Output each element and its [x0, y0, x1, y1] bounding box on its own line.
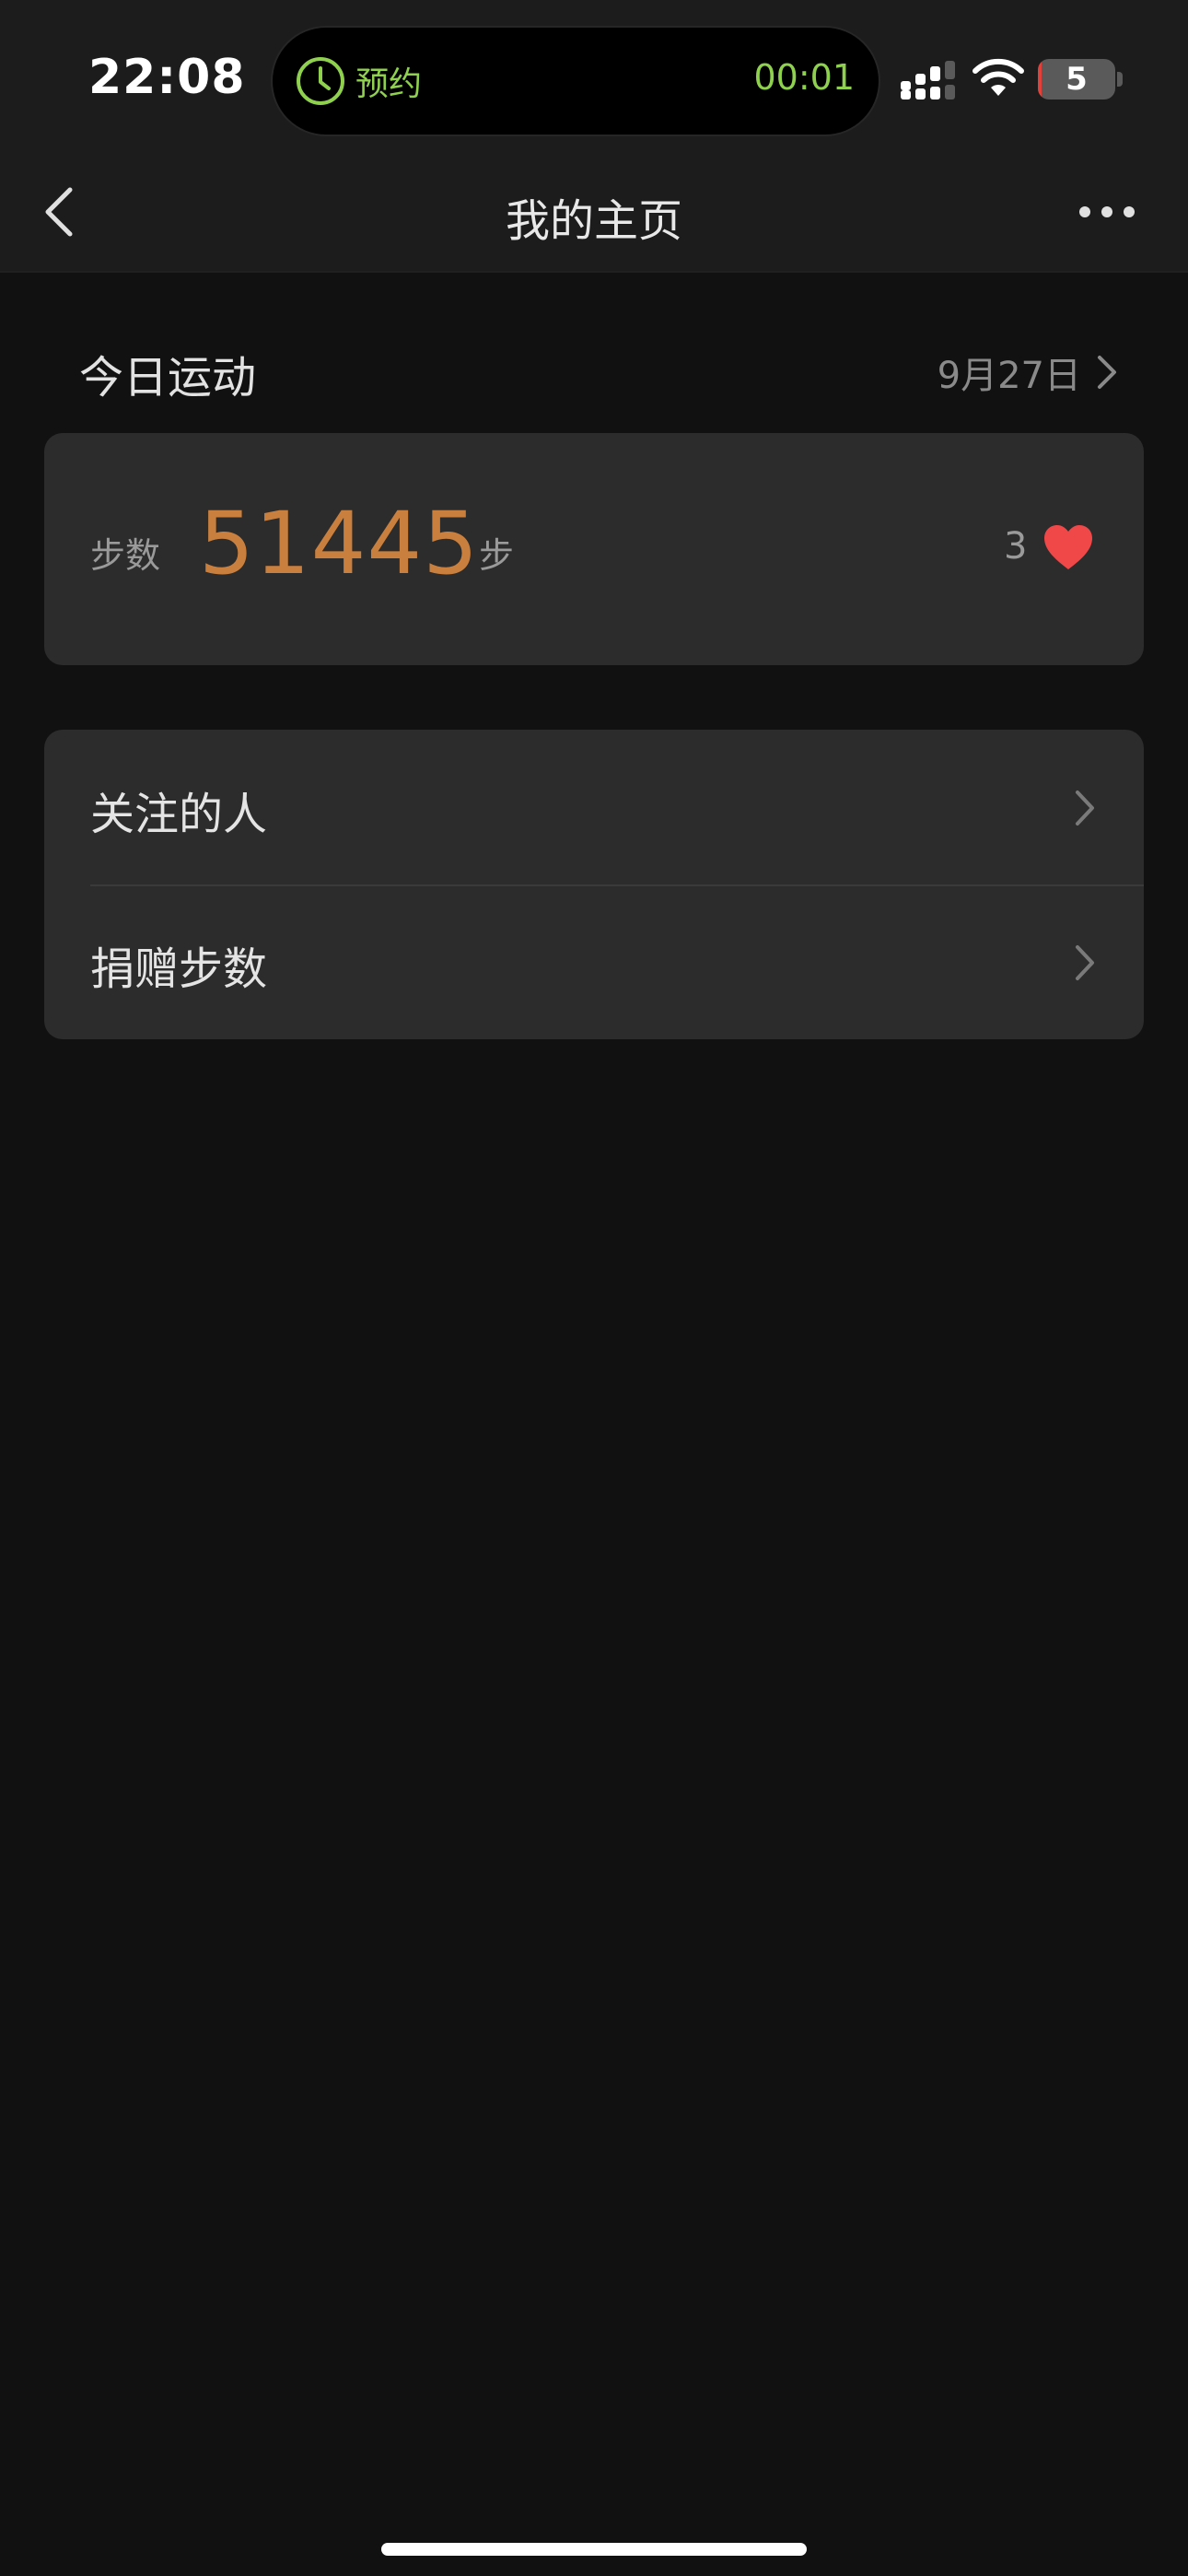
signal-icon: [901, 61, 955, 100]
island-timer: 00:01: [753, 57, 855, 98]
home-indicator[interactable]: [381, 2543, 807, 2556]
wifi-icon: [973, 58, 1024, 96]
battery-icon: 5: [1038, 59, 1115, 100]
menu-item-following[interactable]: 关注的人: [44, 730, 1144, 884]
date-selector[interactable]: 9月27日: [938, 345, 1120, 400]
steps-value: 51445: [199, 494, 480, 594]
menu-item-label: 关注的人: [90, 789, 268, 840]
status-bar: 22:08 预约 00:01 5: [0, 0, 1188, 157]
page-title: 我的主页: [505, 195, 682, 247]
today-activity-title: 今日运动: [79, 352, 257, 404]
island-label: 预约: [355, 65, 423, 103]
menu-item-donate-steps[interactable]: 捐赠步数: [44, 884, 1144, 1039]
chevron-right-icon: [1076, 945, 1094, 980]
menu-item-label: 捐赠步数: [90, 943, 268, 995]
steps-label: 步数: [90, 535, 161, 576]
dynamic-island[interactable]: 预约 00:01: [273, 28, 879, 135]
date-label: 9月27日: [937, 355, 1081, 397]
likes-count: 3: [1004, 525, 1028, 568]
steps-unit: 步: [479, 535, 515, 576]
more-dots-icon[interactable]: [1077, 195, 1136, 228]
status-time: 22:08: [88, 50, 246, 105]
heart-icon[interactable]: [1042, 523, 1094, 571]
chevron-right-icon: [1076, 790, 1094, 825]
battery-tip: [1117, 72, 1123, 87]
battery-level: 5: [1066, 61, 1088, 98]
steps-card[interactable]: 步数 51445 步 3: [44, 433, 1144, 665]
menu-list: 关注的人 捐赠步数: [44, 730, 1144, 1039]
chevron-right-icon: [1098, 356, 1116, 389]
clock-icon: [297, 57, 344, 105]
nav-bar: 我的主页: [0, 157, 1188, 273]
